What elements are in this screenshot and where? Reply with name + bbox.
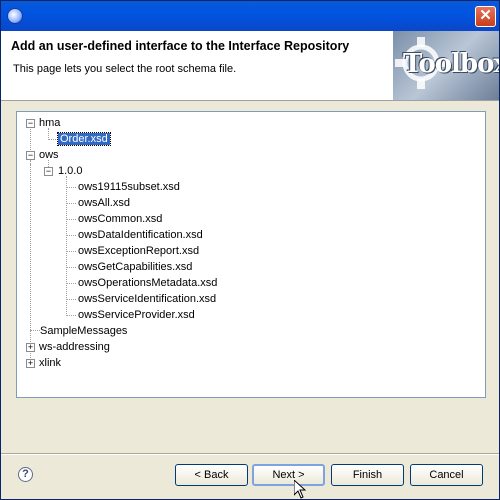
mouse-cursor-icon [294,480,306,499]
tree-node-label: xlink [39,357,62,369]
tree-node-label: Order.xsd [57,132,111,146]
tree-node-label: ows19115subset.xsd [78,181,180,193]
tree-node-file[interactable]: owsCommon.xsd [78,211,162,227]
page-description: This page lets you select the root schem… [13,63,237,75]
page-title: Add an user-defined interface to the Int… [11,39,350,53]
xlink-expand-toggle[interactable]: + [26,359,35,368]
tree-node-file[interactable]: owsOperationsMetadata.xsd [78,275,217,291]
tree-node-label: owsServiceIdentification.xsd [78,293,217,305]
close-icon: ✕ [479,7,492,24]
tree-node-file[interactable]: owsServiceIdentification.xsd [78,291,216,307]
version-collapse-toggle[interactable]: − [44,167,53,176]
help-icon[interactable]: ? [18,467,33,482]
tree-node-1-0-0[interactable]: 1.0.0 [58,163,82,179]
tree-node-ws-addressing[interactable]: ws-addressing [39,339,110,355]
toolbox-banner: Toolbox [393,31,499,100]
back-button[interactable]: < Back [175,464,248,486]
wizard-dialog: ✕ Add an user-defined interface to the I… [0,0,500,500]
title-bar[interactable]: ✕ [1,1,499,31]
tree-node-hma[interactable]: hma [39,115,60,131]
tree-node-label: owsServiceProvider.xsd [78,309,195,321]
tree-node-file[interactable]: owsAll.xsd [78,195,130,211]
tree-node-label: SampleMessages [40,325,128,337]
hma-collapse-toggle[interactable]: − [26,119,35,128]
tree-node-label: owsOperationsMetadata.xsd [78,277,218,289]
wizard-header: Add an user-defined interface to the Int… [1,31,499,101]
button-bar-separator [1,453,499,455]
tree-node-xlink[interactable]: xlink [39,355,61,371]
cancel-button[interactable]: Cancel [410,464,483,486]
tree-node-file[interactable]: owsDataIdentification.xsd [78,227,203,243]
tree-node-file[interactable]: owsExceptionReport.xsd [78,243,199,259]
tree-node-file[interactable]: owsGetCapabilities.xsd [78,259,192,275]
schema-tree[interactable]: − hma Order.xsd − ows − 1.0.0 ows19115su… [16,111,486,398]
next-button[interactable]: Next > [252,464,325,486]
tree-node-label: owsCommon.xsd [78,213,163,225]
tree-node-label: owsAll.xsd [78,197,130,209]
ows-collapse-toggle[interactable]: − [26,151,35,160]
tree-node-label: ws-addressing [39,341,110,353]
tree-node-sample-messages[interactable]: SampleMessages [40,323,127,339]
eclipse-icon [7,8,23,24]
close-button[interactable]: ✕ [475,6,496,27]
tree-node-file[interactable]: ows19115subset.xsd [78,179,180,195]
finish-button[interactable]: Finish [331,464,404,486]
tree-node-label: 1.0.0 [58,165,83,177]
tree-node-label: ows [39,149,59,161]
tree-node-label: owsDataIdentification.xsd [78,229,203,241]
tree-node-label: hma [39,117,61,129]
tree-node-label: owsExceptionReport.xsd [78,245,200,257]
tree-node-ows[interactable]: ows [39,147,59,163]
tree-node-order-xsd[interactable]: Order.xsd [57,131,111,147]
ws-addressing-expand-toggle[interactable]: + [26,343,35,352]
tree-node-file[interactable]: owsServiceProvider.xsd [78,307,195,323]
banner-text: Toolbox [403,49,499,79]
tree-node-label: owsGetCapabilities.xsd [78,261,193,273]
